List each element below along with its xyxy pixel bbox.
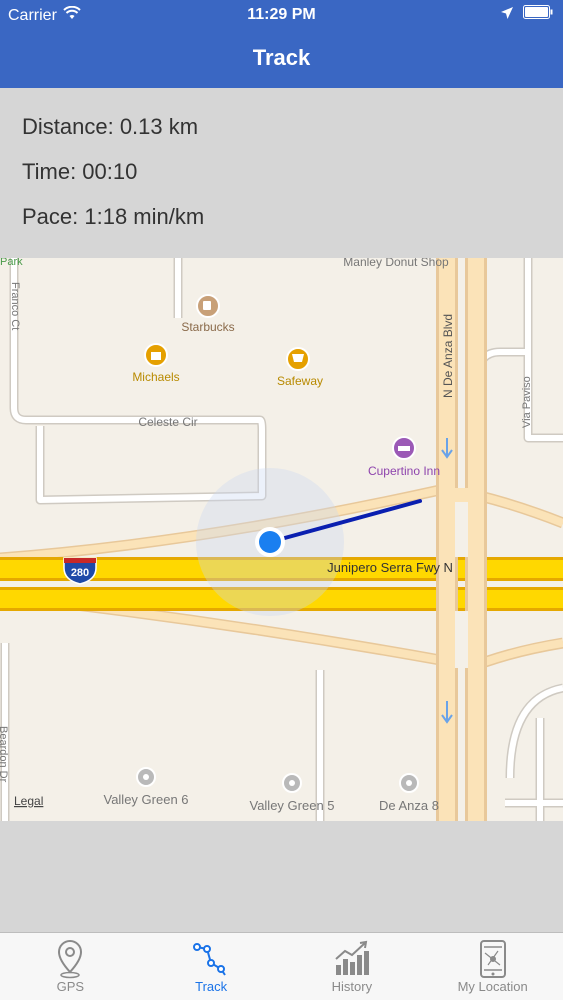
map-pin-icon (55, 939, 85, 979)
location-arrow-icon (501, 6, 513, 24)
time-stat: Time: 00:10 (22, 159, 138, 184)
map-label-de-anza-blvd: N De Anza Blvd (441, 314, 455, 398)
tab-track-label: Track (195, 979, 228, 994)
map-label-valley-green-5[interactable]: Valley Green 5 (249, 798, 334, 813)
status-time: 11:29 PM (247, 6, 316, 23)
map-label-franco-ct: Franco Ct (9, 282, 21, 330)
map-legal-link[interactable]: Legal (14, 794, 43, 808)
current-location-dot (255, 527, 285, 557)
map-label-de-anza-8[interactable]: De Anza 8 (379, 798, 439, 813)
battery-icon (523, 5, 553, 24)
map-label-beardon-dr: Beardon Dr (0, 726, 9, 783)
map-label-starbucks[interactable]: Starbucks (181, 320, 234, 334)
tab-history-label: History (331, 979, 373, 994)
pace-stat: Pace: 1:18 min/km (22, 204, 205, 229)
empty-panel (0, 821, 563, 933)
map-label-cupertino-inn[interactable]: Cupertino Inn (368, 464, 440, 478)
tab-history[interactable]: History (282, 933, 423, 1000)
tab-my-location[interactable]: My Location (422, 933, 563, 1000)
map-label-celeste-cir: Celeste Cir (138, 415, 197, 429)
map-label-donut-shop: Manley Donut Shop (343, 258, 449, 269)
michaels-poi-icon[interactable] (144, 343, 168, 367)
map-label-safeway[interactable]: Safeway (277, 374, 323, 388)
tab-track[interactable]: Track (141, 933, 282, 1000)
map-view[interactable]: 280 Park Manley Donut Shop Franco Ct Sta… (0, 258, 563, 821)
map-label-valley-green-6[interactable]: Valley Green 6 (103, 792, 188, 807)
page-title: Track (252, 45, 311, 70)
tab-bar: GPS Track History My Location (0, 932, 563, 1000)
track-stats-panel: Distance: 0.13 km Time: 00:10 Pace: 1:18… (0, 88, 563, 258)
navigation-bar: Track (0, 30, 563, 88)
cupertino-inn-poi-icon[interactable] (392, 436, 416, 460)
valley-green-5-poi-icon[interactable] (282, 773, 302, 793)
tab-gps[interactable]: GPS (0, 933, 141, 1000)
starbucks-poi-icon[interactable] (196, 294, 220, 318)
map-label-junipero-serra: Junipero Serra Fwy N (327, 560, 453, 575)
status-right (501, 5, 553, 24)
safeway-poi-icon[interactable] (286, 347, 310, 371)
valley-green-6-poi-icon[interactable] (136, 767, 156, 787)
route-icon (191, 939, 231, 979)
tab-my-location-label: My Location (457, 979, 528, 994)
map-label-michaels[interactable]: Michaels (132, 370, 179, 384)
status-bar: Carrier 11:29 PM (0, 0, 563, 30)
svg-text:280: 280 (71, 567, 89, 579)
tab-gps-label: GPS (56, 979, 85, 994)
map-label-via-paviso: Via Paviso (521, 376, 533, 428)
distance-stat: Distance: 0.13 km (22, 114, 199, 139)
de-anza-8-poi-icon[interactable] (399, 773, 419, 793)
phone-map-icon (478, 939, 508, 979)
map-label-park: Park (0, 258, 23, 268)
map-canvas[interactable]: 280 Park Manley Donut Shop Franco Ct Sta… (0, 258, 563, 821)
bar-chart-icon (332, 939, 372, 979)
